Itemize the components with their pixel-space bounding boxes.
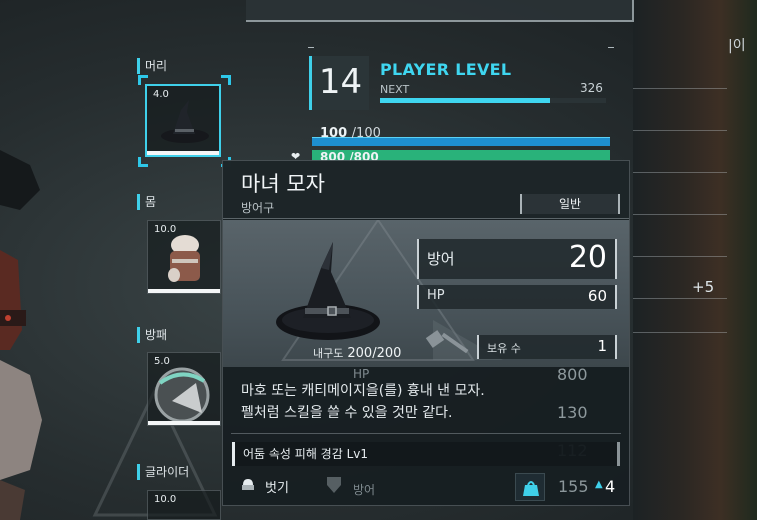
- divider: [231, 433, 621, 434]
- slot-durability-bar: [148, 421, 220, 425]
- item-name: 마녀 모자: [241, 172, 325, 196]
- selection-corner: [138, 75, 148, 85]
- hammer-icon: [425, 330, 469, 354]
- item-description: 마호 또는 캐티메이지을(를) 흉내 낸 모자. 펠처럼 스킬을 쓸 수 있을 …: [241, 380, 485, 424]
- character-silhouette: [0, 150, 42, 520]
- item-preview: 내구도 200/200 방어 20 HP 60 보유 수 1: [223, 220, 629, 367]
- weight-indicator: 155 ▲ 4: [515, 473, 621, 501]
- tick-mark: [308, 47, 314, 48]
- slot-label-glider: 글라이더: [137, 463, 189, 480]
- slot-label-head: 머리: [137, 57, 167, 74]
- owned-count: 보유 수 1: [477, 335, 617, 359]
- slot-head[interactable]: 4.0: [145, 84, 221, 157]
- level-number: 14: [318, 62, 363, 102]
- weight-value: 155: [558, 477, 589, 496]
- weight-bag-icon: [523, 481, 539, 496]
- arrow-up-icon: ▲: [595, 479, 603, 490]
- next-value: 326: [580, 81, 603, 95]
- defense-label: 방어: [427, 250, 455, 268]
- shield-icon: [327, 477, 341, 493]
- hp-stat-value: 60: [587, 287, 607, 305]
- tick-mark: [608, 47, 614, 48]
- unequip-icon[interactable]: [241, 477, 255, 493]
- item-type: 방어구: [241, 201, 275, 215]
- next-label: NEXT: [380, 83, 410, 96]
- durability-label: 내구도: [313, 347, 344, 360]
- hp-max: /100: [351, 126, 381, 141]
- defense-value: 20: [568, 240, 607, 275]
- slot-level: 10.0: [154, 494, 177, 505]
- level-title: PLAYER LEVEL: [380, 60, 512, 79]
- hp-value: 100 /100: [320, 126, 381, 141]
- background-stat: 130: [557, 403, 588, 422]
- durability-value: 200/200: [347, 346, 402, 361]
- defense-stat: 방어 20: [417, 239, 617, 279]
- weight-delta: 4: [605, 477, 616, 496]
- description-line: 마호 또는 캐티메이지을(를) 흉내 낸 모자.: [241, 383, 485, 399]
- fur-armor-icon: [168, 235, 200, 282]
- tooltip-header: 마녀 모자 방어구 일반: [223, 161, 629, 219]
- exp-bar: [380, 98, 606, 103]
- selection-corner: [138, 157, 148, 167]
- background-stat-label: 방어: [353, 483, 376, 497]
- hp-current: 100: [320, 126, 348, 141]
- durability: 내구도 200/200: [313, 345, 401, 361]
- slot-body[interactable]: 10.0: [147, 220, 221, 294]
- item-rarity: 일반: [520, 194, 620, 214]
- shield-icon: [154, 367, 210, 421]
- background-stat: 800: [557, 365, 588, 384]
- witch-hat-icon: [161, 100, 209, 143]
- slot-durability-bar: [147, 151, 219, 155]
- description-line: 펠처럼 스킬을 쓸 수 있을 것만 같다.: [241, 405, 453, 421]
- item-effect: 어둠 속성 피해 경감 Lv1: [232, 442, 620, 466]
- slot-durability-bar: [148, 289, 220, 293]
- slot-shield[interactable]: 5.0: [147, 352, 221, 426]
- hp-stat-label: HP: [427, 288, 445, 303]
- top-panel: [246, 0, 634, 22]
- owned-value: 1: [597, 337, 607, 355]
- background-label: |이: [728, 38, 746, 54]
- weight-icon: [515, 473, 545, 501]
- background-stat-label: HP: [353, 367, 370, 381]
- background-scene: [633, 0, 757, 520]
- item-tooltip: 마녀 모자 방어구 일반 내구도 200/200 방어 20 HP 60 보유 …: [222, 160, 630, 506]
- slot-label-body: 몸: [137, 193, 156, 210]
- owned-label: 보유 수: [487, 342, 521, 355]
- witch-hat-icon: [276, 242, 380, 340]
- level-badge: 14: [309, 56, 369, 110]
- selection-corner: [221, 75, 231, 85]
- unequip-button[interactable]: 벗기: [265, 477, 289, 496]
- background-bonus: +5: [692, 278, 715, 296]
- slot-glider[interactable]: 10.0: [147, 490, 221, 520]
- exp-bar-fill: [380, 98, 550, 103]
- hp-stat: HP 60: [417, 285, 617, 309]
- slot-label-shield: 방패: [137, 326, 167, 343]
